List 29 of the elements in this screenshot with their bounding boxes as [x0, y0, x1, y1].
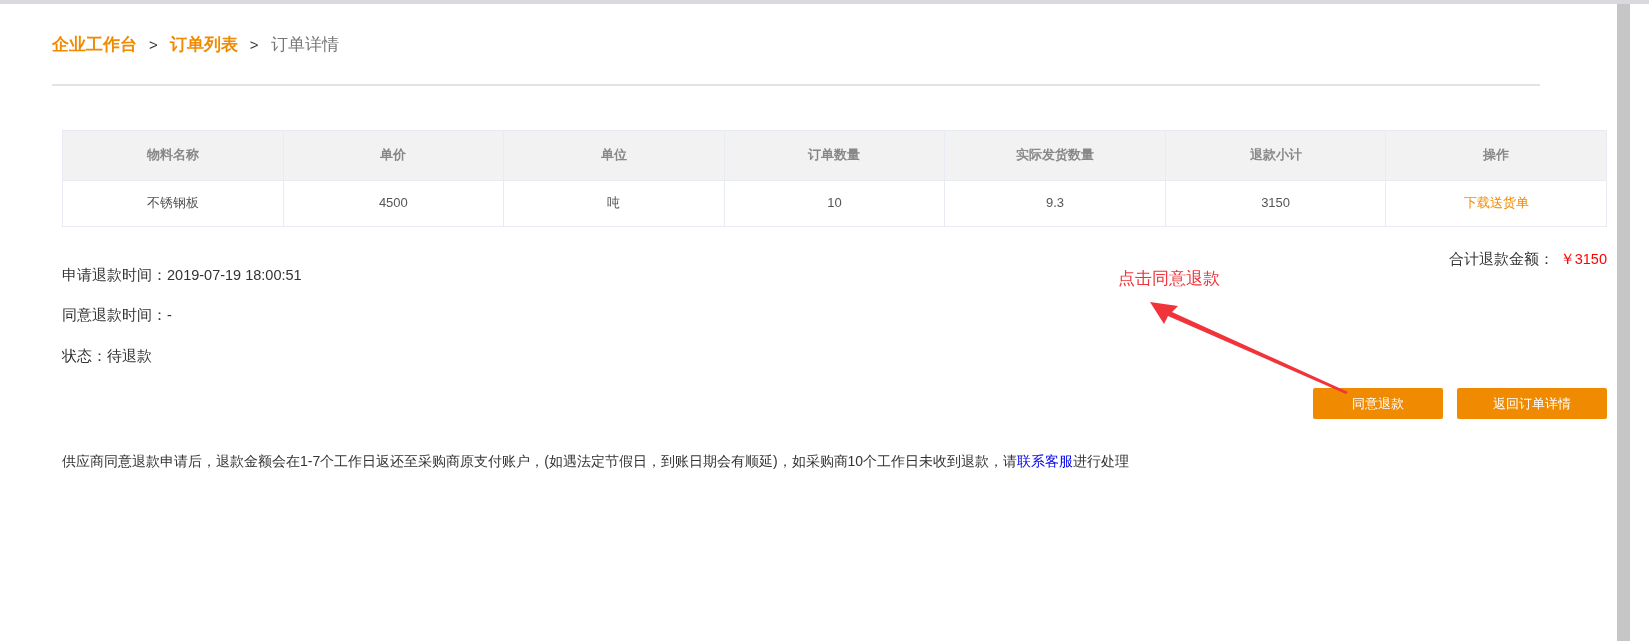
breadcrumb-separator: >	[249, 34, 259, 55]
breadcrumb-separator: >	[149, 34, 158, 55]
annotation-text: 点击同意退款	[1118, 267, 1220, 290]
scrollbar[interactable]	[1617, 4, 1630, 641]
table-cell: 9.3	[944, 180, 1166, 226]
column-header: 订单数量	[724, 130, 945, 180]
table-cell: 4500	[283, 180, 504, 226]
column-header: 物料名称	[62, 130, 284, 180]
total-refund-amount: 合计退款金额： ￥3150	[1448, 249, 1607, 269]
info-line: 同意退款时间：-	[62, 306, 173, 326]
contact-support-link[interactable]: 联系客服	[1017, 452, 1074, 469]
table-cell: 不锈钢板	[62, 180, 284, 226]
return-button[interactable]: 返回订单详情	[1457, 387, 1607, 419]
column-header: 实际发货数量	[944, 130, 1166, 180]
table-cell: 吨	[503, 180, 725, 226]
table-cell: 10	[724, 180, 945, 226]
info-line: 状态：待退款	[62, 347, 153, 366]
download-delivery-note-link[interactable]: 下载送货单	[1463, 195, 1529, 211]
column-header: 退款小计	[1165, 130, 1386, 180]
agree-refund-button[interactable]: 同意退款	[1313, 387, 1443, 419]
column-header: 操作	[1385, 130, 1607, 180]
column-header: 单价	[283, 130, 504, 180]
info-line: 申请退款时间：2019-07-19 18:00:51	[62, 265, 302, 285]
table-cell: 3150	[1165, 180, 1386, 226]
breadcrumb-link[interactable]: 订单列表	[169, 32, 238, 58]
breadcrumb-current: 订单详情	[270, 34, 339, 56]
refund-notice: 供应商同意退款申请后，退款金额会在1-7个工作日返还至采购商原支付账户，(如遇法定节假日，到账日期会有顺延)，如采购商10个工作日未收到退款，请联系客服进行处理	[62, 451, 1131, 471]
column-header: 单位	[503, 130, 725, 180]
breadcrumb-link[interactable]: 企业工作台	[52, 32, 137, 58]
